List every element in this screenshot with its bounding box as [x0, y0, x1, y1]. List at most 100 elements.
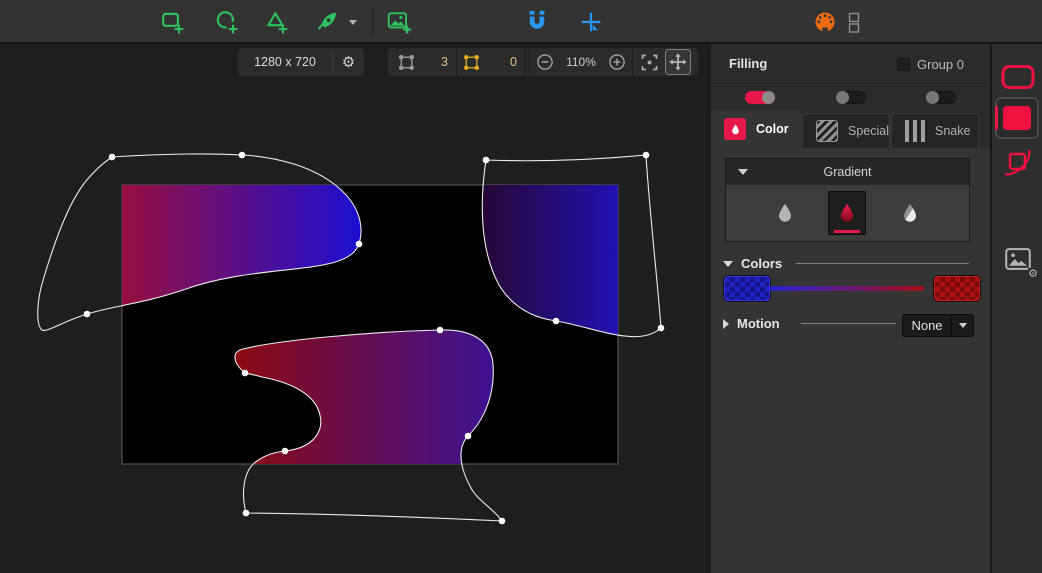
stroke-rect-icon — [1001, 65, 1035, 89]
gradient-droplet-icon — [841, 203, 854, 222]
palette-button[interactable] — [812, 9, 838, 35]
add-rectangle-icon — [162, 12, 184, 34]
magnet-icon — [529, 10, 545, 29]
fit-view-button[interactable] — [633, 52, 665, 73]
zoom-level: 110% — [566, 55, 596, 69]
circle-minus-icon — [537, 54, 553, 70]
bounding-box-gray-icon — [398, 54, 414, 70]
view-toolbar: 3 0 110% — [388, 48, 698, 76]
group-checkbox[interactable] — [897, 57, 910, 71]
points-count-value[interactable]: 0 — [485, 55, 525, 69]
toggle-knob — [836, 91, 849, 104]
gradient-section-header[interactable]: Gradient — [726, 159, 969, 185]
expand-arrow-icon — [723, 318, 729, 329]
add-ellipse-button[interactable] — [214, 9, 240, 35]
color-tab-content: Gradient Colors Motion None — [711, 148, 990, 573]
layout-toggle-button[interactable] — [845, 9, 863, 35]
bezier-dropdown-button[interactable] — [346, 9, 360, 35]
path-node — [498, 517, 506, 525]
section-rule — [801, 323, 896, 324]
fill-rect-icon — [1003, 106, 1031, 130]
gradient-section-title: Gradient — [823, 165, 872, 179]
add-node-icon — [581, 12, 601, 32]
add-node-button[interactable] — [578, 9, 604, 35]
path-node — [242, 509, 250, 517]
zoom-in-button[interactable] — [602, 52, 632, 72]
path-node — [241, 369, 249, 377]
colors-section-header[interactable]: Colors — [723, 256, 782, 271]
path-node — [238, 151, 246, 159]
split-droplet-icon — [903, 203, 916, 222]
separator — [525, 48, 526, 76]
canvas-area: 1280 x 720 ⚙ 3 0 110% — [0, 44, 711, 573]
zoom-out-button[interactable] — [530, 52, 560, 72]
tab-snake[interactable]: Snake — [891, 113, 979, 148]
pan-arrows-icon — [669, 53, 687, 71]
solid-droplet-icon — [779, 203, 792, 222]
nodes-count-button[interactable] — [394, 52, 418, 73]
circle-plus-icon — [609, 54, 625, 70]
filling-panel: Filling Group 0 Color Special Snake Grad… — [711, 44, 990, 573]
path-node — [552, 317, 560, 325]
gradient-end-swatch[interactable] — [934, 276, 980, 301]
main-toolbar — [0, 0, 1042, 44]
fill-toggle-2[interactable] — [836, 91, 866, 104]
tab-label: Snake — [935, 124, 971, 138]
colors-section-title: Colors — [741, 256, 783, 271]
special-tab-icon — [816, 120, 838, 142]
draw-bezier-button[interactable] — [314, 9, 340, 35]
chevron-down-icon — [349, 20, 357, 25]
path-node — [83, 310, 91, 318]
motion-dropdown[interactable]: None — [902, 314, 974, 337]
chevron-down-icon — [958, 323, 967, 328]
path-node — [464, 432, 472, 440]
pan-tool-button[interactable] — [665, 49, 691, 75]
shape-motion-icon — [1004, 149, 1031, 176]
tab-special[interactable]: Special — [802, 113, 890, 148]
color-tab-icon — [724, 118, 746, 140]
points-count-button[interactable] — [457, 52, 485, 73]
fill-mode-solid[interactable] — [766, 191, 804, 235]
fill-toggle-3[interactable] — [926, 91, 956, 104]
drawing-canvas[interactable] — [0, 44, 711, 573]
add-ellipse-icon — [216, 11, 238, 34]
canvas-settings-button[interactable]: ⚙ — [333, 48, 364, 76]
pen-nib-icon — [317, 12, 337, 30]
gradient-preview-bar[interactable] — [770, 286, 924, 291]
tab-color[interactable]: Color — [711, 110, 801, 148]
fill-mode-split[interactable] — [891, 191, 929, 235]
snake-tab-icon — [905, 120, 925, 142]
path-node — [657, 324, 665, 332]
style-toolbar: ⚙ — [990, 44, 1042, 573]
fill-toggle-1[interactable] — [745, 91, 775, 104]
fill-tabs: Color Special Snake — [711, 110, 990, 148]
canvas-size-box: 1280 x 720 ⚙ — [238, 48, 364, 76]
snap-magnet-button[interactable] — [524, 9, 550, 35]
fill-mode-gradient[interactable] — [828, 191, 867, 235]
path-node — [281, 447, 289, 455]
add-polygon-icon — [267, 12, 288, 34]
gear-icon: ⚙ — [341, 52, 356, 71]
motion-section-header[interactable]: Motion — [723, 316, 780, 331]
layout-squares-icon — [848, 12, 860, 33]
nodes-count-value[interactable]: 3 — [418, 55, 456, 69]
shape-motion-button[interactable] — [1002, 144, 1034, 178]
palette-icon — [815, 12, 835, 32]
gradient-start-swatch[interactable] — [724, 276, 770, 301]
gradient-options — [726, 185, 969, 241]
add-image-button[interactable] — [386, 9, 412, 35]
motion-dropdown-value: None — [911, 318, 943, 333]
stroke-style-button[interactable] — [1000, 62, 1036, 92]
toolbar-separator — [372, 8, 373, 36]
path-node — [482, 156, 490, 164]
add-image-icon — [387, 12, 411, 34]
dropdown-arrow-button[interactable] — [951, 315, 973, 336]
toggle-row — [711, 84, 990, 110]
image-settings-button[interactable]: ⚙ — [1002, 244, 1038, 279]
add-polygon-button[interactable] — [264, 9, 290, 35]
fill-style-button[interactable] — [995, 97, 1039, 139]
toggle-knob — [762, 91, 775, 104]
tab-label: Special — [848, 124, 889, 138]
add-rectangle-button[interactable] — [160, 9, 186, 35]
section-rule — [796, 263, 969, 264]
